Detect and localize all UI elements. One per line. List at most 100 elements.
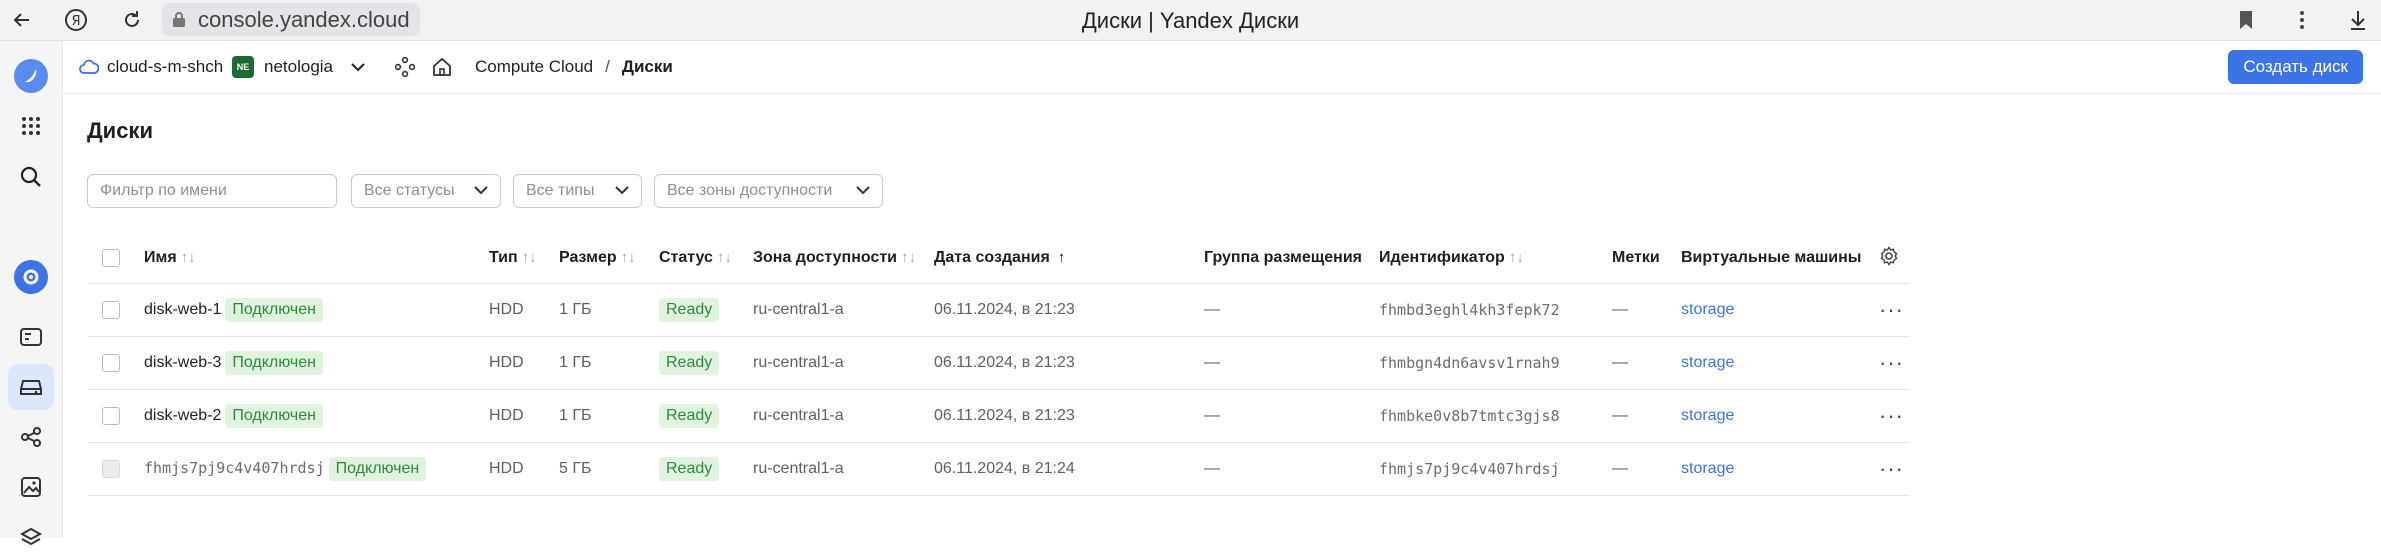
left-navigation-rail — [0, 41, 63, 546]
type-filter-value: Все типы — [526, 182, 595, 199]
sort-ascending-icon: ↑ — [1057, 249, 1066, 266]
status-badge: Ready — [659, 457, 720, 481]
breadcrumb: Compute Cloud / Диски — [475, 41, 673, 93]
column-header-name[interactable]: Имя ↑↓ — [144, 233, 489, 284]
column-header-status[interactable]: Статус ↑↓ — [659, 233, 753, 284]
disk-labels: — — [1612, 389, 1681, 443]
disk-zone: ru-central1-a — [753, 442, 934, 496]
svg-text:Я: Я — [71, 14, 80, 29]
more-vertical-icon[interactable] — [2282, 0, 2322, 40]
vm-link[interactable]: storage — [1681, 336, 1879, 390]
layers-icon[interactable] — [8, 514, 54, 560]
table-row[interactable]: disk-web-2 Подключен HDD 1 ГБ Ready ru-ce… — [88, 389, 1910, 443]
row-actions-icon[interactable]: ··· — [1879, 283, 1910, 337]
disk-size: 1 ГБ — [559, 283, 659, 337]
search-icon[interactable] — [8, 154, 54, 200]
sort-icon: ↑↓ — [716, 249, 732, 266]
download-icon[interactable] — [2338, 0, 2378, 40]
sort-icon: ↑↓ — [901, 249, 917, 266]
disk-name[interactable]: disk-web-3 — [144, 354, 221, 371]
disk-size: 1 ГБ — [559, 389, 659, 443]
disk-type: HDD — [489, 336, 559, 390]
home-icon[interactable] — [432, 41, 452, 93]
disk-labels: — — [1612, 283, 1681, 337]
compute-service-icon[interactable] — [8, 254, 54, 300]
zone-filter-select[interactable]: Все зоны доступности — [654, 174, 883, 208]
disk-id: fhmbd3eghl4kh3fepk72 — [1379, 283, 1612, 337]
chevron-down-icon — [474, 186, 488, 195]
attached-badge: Подключен — [328, 457, 427, 481]
reload-icon[interactable] — [112, 0, 152, 40]
disk-type: HDD — [489, 442, 559, 496]
attached-badge: Подключен — [225, 351, 323, 375]
network-icon[interactable] — [8, 414, 54, 460]
create-disk-button[interactable]: Создать диск — [2228, 50, 2363, 84]
chevron-down-icon — [615, 186, 629, 195]
column-header-labels: Метки — [1612, 249, 1660, 266]
images-icon[interactable] — [8, 464, 54, 510]
yandex-browser-icon[interactable]: Я — [56, 0, 96, 40]
vm-list-icon[interactable] — [8, 314, 54, 360]
row-checkbox[interactable] — [102, 300, 120, 319]
breadcrumb-compute-cloud[interactable]: Compute Cloud — [475, 57, 593, 77]
back-arrow-icon[interactable] — [2, 0, 42, 40]
column-header-id[interactable]: Идентификатор ↑↓ — [1379, 233, 1612, 284]
apps-grid-icon[interactable] — [8, 103, 54, 149]
disk-zone: ru-central1-a — [753, 336, 934, 390]
row-checkbox — [102, 459, 120, 478]
yandex-cloud-logo-icon[interactable] — [8, 53, 54, 99]
disk-created: 06.11.2024, в 21:23 — [934, 336, 1204, 390]
name-filter-placeholder: Фильтр по имени — [100, 182, 227, 199]
disk-id: fhmjs7pj9c4v407hrdsj — [1379, 442, 1612, 496]
row-actions-icon[interactable]: ··· — [1879, 442, 1910, 496]
bookmark-icon[interactable] — [2226, 0, 2266, 40]
status-filter-select[interactable]: Все статусы — [351, 174, 501, 208]
table-row[interactable]: disk-web-3 Подключен HDD 1 ГБ Ready ru-ce… — [88, 336, 1910, 390]
placement-group: — — [1204, 442, 1379, 496]
disk-size: 1 ГБ — [559, 336, 659, 390]
console-header: cloud-s-m-shch NE netologia Compute Clou… — [63, 41, 2381, 94]
folder-name: netologia — [264, 57, 334, 76]
row-actions-icon[interactable]: ··· — [1879, 389, 1910, 443]
vm-link[interactable]: storage — [1681, 283, 1879, 337]
column-header-size[interactable]: Размер ↑↓ — [559, 233, 659, 284]
vm-link[interactable]: storage — [1681, 389, 1879, 443]
disk-created: 06.11.2024, в 21:23 — [934, 389, 1204, 443]
disk-name[interactable]: disk-web-2 — [144, 407, 221, 424]
folder-selector[interactable]: NE netologia — [232, 41, 365, 93]
column-settings-icon[interactable] — [1879, 233, 1910, 284]
table-row[interactable]: disk-web-1 Подключен HDD 1 ГБ Ready ru-ce… — [88, 283, 1910, 337]
breadcrumb-current: Диски — [621, 57, 673, 76]
type-filter-select[interactable]: Все типы — [513, 174, 642, 208]
zone-filter-value: Все зоны доступности — [667, 182, 833, 199]
column-header-created[interactable]: Дата создания ↑ — [934, 233, 1204, 284]
table-row[interactable]: fhmjs7pj9c4v407hrdsj Подключен HDD 5 ГБ R… — [88, 442, 1910, 496]
row-actions-icon[interactable]: ··· — [1879, 336, 1910, 390]
name-filter-input[interactable]: Фильтр по имени — [87, 174, 337, 208]
row-checkbox[interactable] — [102, 353, 120, 372]
row-checkbox[interactable] — [102, 406, 120, 425]
status-badge: Ready — [659, 298, 720, 322]
vm-link[interactable]: storage — [1681, 442, 1879, 496]
disks-icon[interactable] — [8, 364, 54, 410]
address-bar[interactable]: console.yandex.cloud — [162, 3, 420, 36]
cloud-selector[interactable]: cloud-s-m-shch — [79, 41, 223, 93]
disk-zone: ru-central1-a — [753, 389, 934, 443]
select-all-checkbox[interactable] — [102, 248, 120, 267]
disk-name[interactable]: disk-web-1 — [144, 301, 221, 318]
disk-type: HDD — [489, 389, 559, 443]
disk-type: HDD — [489, 283, 559, 337]
page-title: Диски — [87, 118, 153, 143]
disk-labels: — — [1612, 336, 1681, 390]
column-header-type[interactable]: Тип ↑↓ — [489, 233, 559, 284]
disk-size: 5 ГБ — [559, 442, 659, 496]
disk-zone: ru-central1-a — [753, 283, 934, 337]
status-badge: Ready — [659, 404, 720, 428]
column-header-zone[interactable]: Зона доступности ↑↓ — [753, 233, 934, 284]
column-header-placement-group: Группа размещения — [1204, 249, 1362, 266]
url-text: console.yandex.cloud — [198, 6, 410, 32]
placement-group: — — [1204, 336, 1379, 390]
service-map-icon[interactable] — [395, 41, 415, 93]
disk-name[interactable]: fhmjs7pj9c4v407hrdsj — [144, 459, 325, 477]
breadcrumb-separator: / — [605, 57, 610, 76]
